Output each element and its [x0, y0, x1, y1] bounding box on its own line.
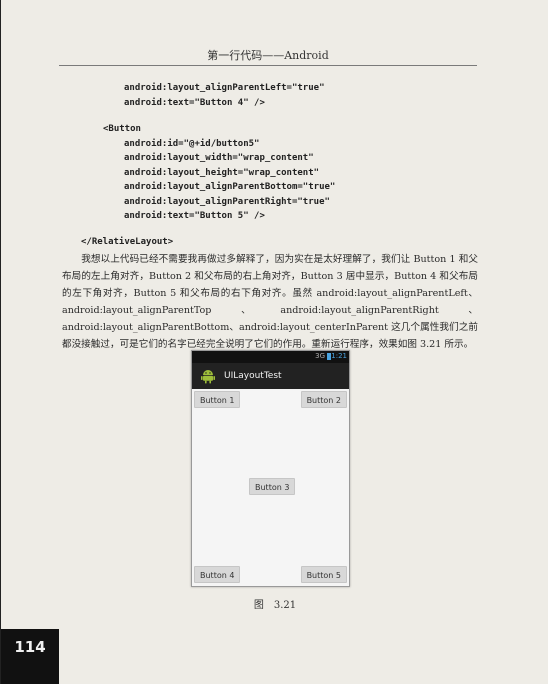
page-header: 第一行代码——Android	[59, 47, 477, 66]
app-screenshot: 3G 1:21 UILayoutTest Button 1 Button 2 B…	[191, 350, 350, 587]
code-line: android:text="Button 4" />	[124, 98, 265, 108]
status-bar: 3G 1:21	[192, 351, 349, 363]
button-2[interactable]: Button 2	[300, 391, 347, 408]
code-line: android:layout_height="wrap_content"	[124, 168, 320, 178]
code-line: <Button	[103, 124, 141, 134]
button-5[interactable]: Button 5	[300, 566, 347, 583]
code-line: android:layout_width="wrap_content"	[124, 153, 314, 163]
action-bar: UILayoutTest	[192, 363, 349, 389]
code-line: android:layout_alignParentRight="true"	[124, 197, 330, 207]
android-logo-icon	[201, 370, 215, 384]
button-3[interactable]: Button 3	[249, 478, 296, 495]
figure-caption: 图 3.21	[253, 600, 297, 611]
code-line: android:id="@+id/button5"	[124, 139, 260, 149]
code-line: android:layout_alignParentLeft="true"	[124, 83, 325, 93]
button-1[interactable]: Button 1	[194, 391, 241, 408]
code-line: android:text="Button 5" />	[124, 211, 265, 221]
signal-icon: 3G	[315, 352, 325, 360]
book-page: 第一行代码——Android android:layout_alignParen…	[0, 0, 548, 684]
status-time: 1:21	[331, 352, 347, 360]
page-number: 114	[1, 629, 59, 684]
button-4[interactable]: Button 4	[194, 566, 241, 583]
code-line: </RelativeLayout>	[81, 237, 174, 247]
app-title: UILayoutTest	[224, 371, 282, 381]
body-paragraph: 我想以上代码已经不需要我再做过多解释了，因为实在是太好理解了，我们让 Butto…	[62, 254, 478, 350]
code-line: android:layout_alignParentBottom="true"	[124, 182, 336, 192]
